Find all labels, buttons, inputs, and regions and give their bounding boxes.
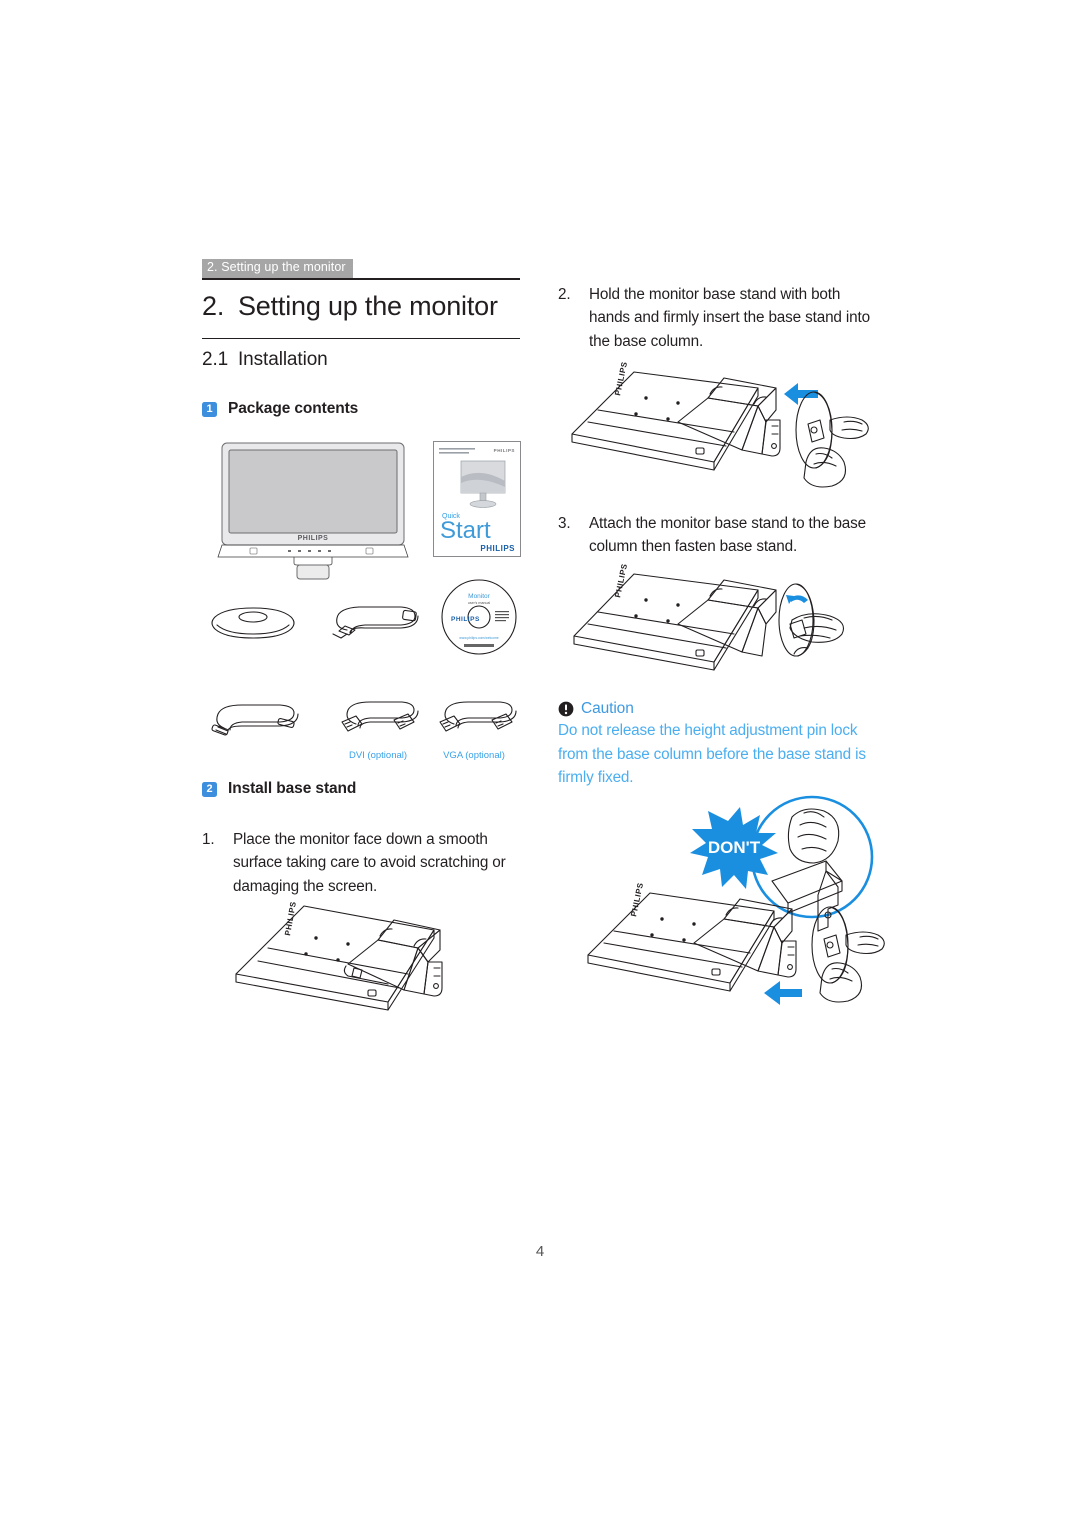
package-contents-label: Package contents	[228, 400, 359, 418]
dont-badge-text: DON'T	[708, 838, 761, 857]
section-title-text: Installation	[238, 349, 328, 371]
svg-text:PHILIPS: PHILIPS	[494, 448, 515, 453]
insert-base-stand-figure: PHILIPS	[562, 358, 882, 493]
chapter-number: 2.	[202, 290, 225, 321]
badge-number-2: 2	[202, 781, 217, 797]
svg-text:Start: Start	[440, 517, 491, 544]
caution-text: Do not release the height adjustment pin…	[558, 722, 866, 787]
right-column: 2. Hold the monitor base stand with both…	[558, 283, 880, 353]
install-base-stand-label: Install base stand	[228, 780, 357, 797]
svg-text:user's manual: user's manual	[468, 601, 490, 605]
section-rule	[202, 337, 520, 340]
fasten-base-stand-figure: PHILIPS	[568, 562, 886, 687]
svg-text:PHILIPS: PHILIPS	[451, 616, 480, 623]
badge-number-1: 1	[202, 401, 217, 417]
svg-text:PHILIPS: PHILIPS	[613, 563, 629, 599]
audio-cable-illustration	[206, 700, 306, 742]
dvi-cable-label: DVI (optional)	[348, 750, 408, 761]
package-contents-heading: 1 Package contents	[202, 400, 520, 418]
dvi-cable-illustration	[336, 698, 422, 742]
step-3-number: 3.	[558, 515, 571, 532]
power-cord-illustration	[325, 600, 420, 645]
svg-text:www.philips.com/welcome: www.philips.com/welcome	[459, 636, 498, 640]
vga-cable-label: VGA (optional)	[443, 750, 505, 761]
document-page: 2. Setting up the monitor 2. Setting up …	[0, 0, 1080, 1527]
monitor-face-down-figure: PHILIPS	[228, 898, 478, 1016]
step-2-number: 2.	[558, 286, 571, 303]
caution-heading: Caution	[558, 700, 880, 718]
chapter-title-text: Setting up the monitor	[238, 290, 498, 321]
caution-title: Caution	[581, 700, 634, 717]
exclamation-circle-icon	[558, 701, 574, 717]
running-header: 2. Setting up the monitor	[202, 259, 353, 278]
section-number: 2.1	[202, 349, 229, 371]
step-3-text: Attach the monitor base stand to the bas…	[589, 515, 867, 556]
dont-release-pin-lock-figure: DON'T PHILIPS	[580, 795, 890, 1025]
step-2: 2. Hold the monitor base stand with both…	[558, 283, 880, 353]
step-3: 3. Attach the monitor base stand to the …	[558, 512, 880, 559]
monitor-illustration: PHILIPS	[217, 441, 409, 581]
section-heading: 2.1 Installation	[202, 349, 520, 371]
cd-illustration: Monitor user's manual PHILIPS www.philip…	[440, 578, 518, 656]
step-1-text: Place the monitor face down a smooth sur…	[233, 831, 506, 895]
vga-cable-illustration	[434, 698, 520, 742]
step-2-text: Hold the monitor base stand with both ha…	[589, 286, 870, 350]
step-1: 1. Place the monitor face down a smooth …	[202, 828, 520, 898]
chapter-rule-top	[202, 278, 520, 280]
svg-text:PHILIPS: PHILIPS	[480, 544, 515, 553]
step-1-number: 1.	[202, 831, 215, 848]
caution-block: Caution Do not release the height adjust…	[558, 700, 880, 790]
quick-start-guide-illustration: PHILIPS Quick Start PHILIPS	[433, 441, 521, 557]
install-base-stand-heading: 2 Install base stand	[202, 780, 356, 798]
svg-text:PHILIPS: PHILIPS	[283, 901, 298, 937]
left-column: 2. Setting up the monitor 2.1 Installati…	[202, 278, 520, 418]
svg-text:Monitor: Monitor	[468, 593, 491, 600]
svg-text:PHILIPS: PHILIPS	[298, 535, 329, 542]
page-title: 2. Setting up the monitor	[202, 291, 520, 322]
page-number: 4	[535, 1243, 545, 1260]
base-stand-illustration	[205, 603, 301, 643]
